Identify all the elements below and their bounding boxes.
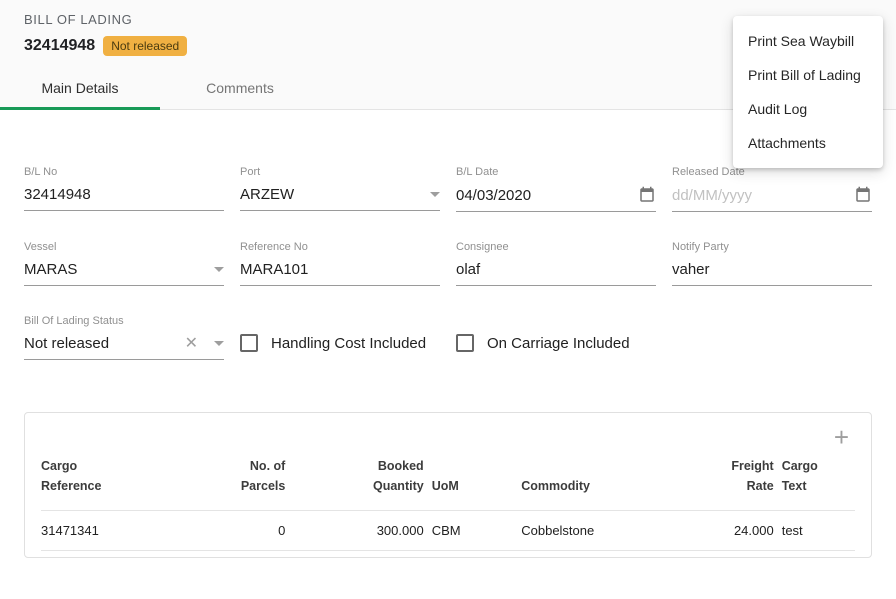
released-date-input[interactable] [672, 187, 854, 204]
notify-party-field: Notify Party [672, 241, 872, 286]
document-number: 32414948 [24, 37, 95, 55]
col-header-uom: UoM [432, 448, 522, 511]
menu-item-attachments[interactable]: Attachments [733, 126, 883, 160]
cargo-card-toolbar: + [41, 413, 855, 448]
bl-status-value: Not released [24, 335, 185, 352]
form-row-3: Bill Of Lading Status Not released ✕ Han… [24, 315, 872, 360]
released-date-field: Released Date [672, 166, 872, 212]
vessel-value: MARAS [24, 261, 208, 278]
cell-cargo-reference: 31471341 [41, 511, 212, 551]
vessel-field: Vessel MARAS [24, 241, 224, 286]
table-row[interactable]: 31471341 0 300.000 CBM Cobbelstone 24.00… [41, 511, 855, 551]
col-header-booked-quantity: BookedQuantity [293, 448, 431, 511]
bl-date-label: B/L Date [456, 166, 656, 178]
cell-uom: CBM [432, 511, 522, 551]
calendar-icon[interactable] [854, 186, 872, 204]
bl-status-field: Bill Of Lading Status Not released ✕ [24, 315, 224, 360]
port-label: Port [240, 166, 440, 178]
chevron-down-icon [430, 192, 440, 197]
clear-icon[interactable]: ✕ [185, 336, 198, 352]
cell-commodity: Cobbelstone [521, 511, 684, 551]
col-header-freight-rate: FreightRate [684, 448, 782, 511]
bill-of-lading-page: BILL OF LADING 32414948 Not released Mai… [0, 0, 896, 599]
col-header-cargo-text: CargoText [782, 448, 855, 511]
vessel-select[interactable]: MARAS [24, 261, 224, 286]
port-select[interactable]: ARZEW [240, 186, 440, 211]
checkbox-unchecked-icon [240, 334, 258, 352]
col-header-commodity: Commodity [521, 448, 684, 511]
actions-menu: Print Sea Waybill Print Bill of Lading A… [733, 16, 883, 168]
vessel-label: Vessel [24, 241, 224, 253]
menu-item-print-bill-of-lading[interactable]: Print Bill of Lading [733, 58, 883, 92]
handling-cost-checkbox[interactable]: Handling Cost Included [240, 334, 440, 360]
reference-no-label: Reference No [240, 241, 440, 253]
port-field: Port ARZEW [240, 166, 440, 212]
menu-item-audit-log[interactable]: Audit Log [733, 92, 883, 126]
bl-status-select[interactable]: Not released ✕ [24, 335, 224, 360]
handling-cost-label: Handling Cost Included [271, 335, 426, 352]
cell-freight-rate: 24.000 [684, 511, 782, 551]
main-content: B/L No Port ARZEW B/L Date [0, 166, 896, 360]
consignee-input[interactable] [456, 261, 656, 278]
cargo-table-header-row: CargoReference No. ofParcels BookedQuant… [41, 448, 855, 511]
calendar-icon[interactable] [638, 186, 656, 204]
reference-no-input[interactable] [240, 261, 440, 278]
status-badge: Not released [103, 36, 187, 56]
bl-no-field: B/L No [24, 166, 224, 212]
tab-main-details-label: Main Details [41, 80, 118, 96]
bl-status-label: Bill Of Lading Status [24, 315, 224, 327]
tab-comments-label: Comments [206, 80, 274, 96]
form-row-1: B/L No Port ARZEW B/L Date [24, 166, 872, 212]
chevron-down-icon [214, 267, 224, 272]
add-cargo-button[interactable]: + [834, 426, 849, 448]
form-row-2: Vessel MARAS Reference No Consignee N [24, 241, 872, 286]
chevron-down-icon [214, 341, 224, 346]
tab-main-details[interactable]: Main Details [0, 66, 160, 109]
active-tab-indicator [0, 107, 160, 110]
col-header-cargo-reference: CargoReference [41, 448, 212, 511]
reference-no-field: Reference No [240, 241, 440, 286]
bl-date-field: B/L Date [456, 166, 656, 212]
cell-booked-quantity: 300.000 [293, 511, 431, 551]
cargo-table: CargoReference No. ofParcels BookedQuant… [41, 448, 855, 551]
bl-no-label: B/L No [24, 166, 224, 178]
cell-no-of-parcels: 0 [212, 511, 293, 551]
port-value: ARZEW [240, 186, 424, 203]
tab-comments[interactable]: Comments [160, 66, 320, 109]
cell-cargo-text: test [782, 511, 855, 551]
col-header-no-of-parcels: No. ofParcels [212, 448, 293, 511]
notify-party-input[interactable] [672, 261, 872, 278]
bl-date-input[interactable] [456, 187, 638, 204]
notify-party-label: Notify Party [672, 241, 872, 253]
cargo-card: + CargoReference No. ofParcels BookedQua… [24, 412, 872, 558]
checkbox-unchecked-icon [456, 334, 474, 352]
bl-no-input[interactable] [24, 186, 224, 203]
on-carriage-checkbox[interactable]: On Carriage Included [456, 334, 656, 360]
on-carriage-label: On Carriage Included [487, 335, 630, 352]
consignee-field: Consignee [456, 241, 656, 286]
menu-item-print-sea-waybill[interactable]: Print Sea Waybill [733, 24, 883, 58]
consignee-label: Consignee [456, 241, 656, 253]
